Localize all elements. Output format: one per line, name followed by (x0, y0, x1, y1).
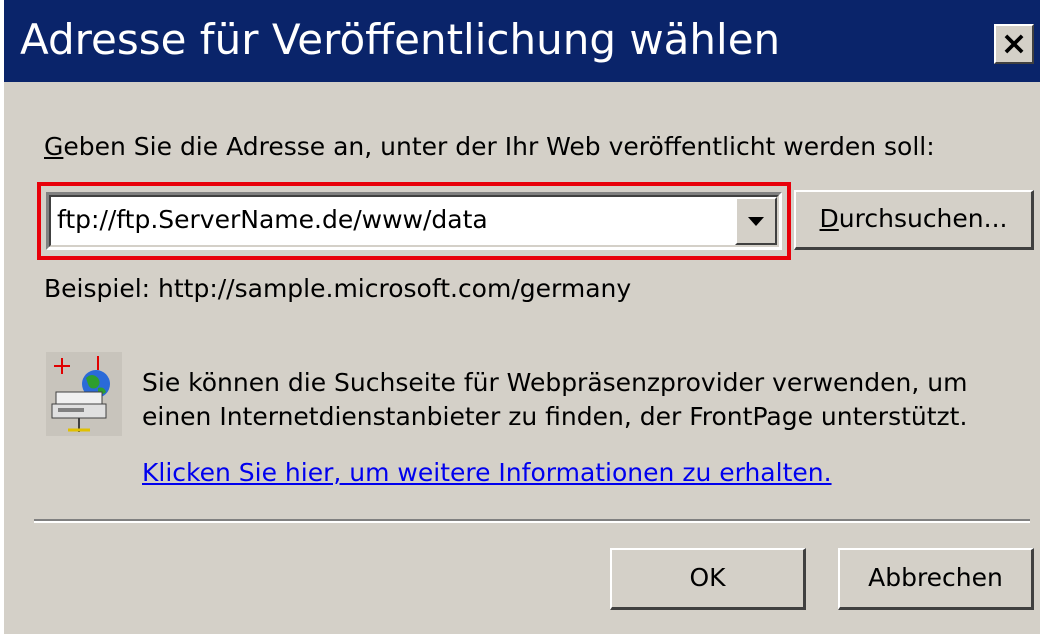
title-bar[interactable]: Adresse für Veröffentlichung wählen × (4, 0, 1040, 82)
dialog-title: Adresse für Veröffentlichung wählen (20, 15, 781, 64)
info-text: Sie können die Suchseite für Webpräsenzp… (142, 366, 967, 434)
combo-dropdown-button[interactable] (735, 197, 777, 245)
address-prompt-label: Geben Sie die Adresse an, unter der Ihr … (44, 132, 935, 161)
ok-button[interactable]: OK (610, 548, 806, 610)
info-line-2: einen Internetdienstanbieter zu finden, … (142, 402, 968, 431)
separator (34, 519, 1030, 523)
chevron-down-icon (748, 217, 764, 226)
info-line-1: Sie können die Suchseite für Webpräsenzp… (142, 368, 968, 397)
address-combobox[interactable]: ftp://ftp.ServerName.de/www/data (46, 192, 782, 250)
close-button[interactable]: × (994, 24, 1034, 64)
cancel-button[interactable]: Abbrechen (838, 548, 1034, 610)
example-text: Beispiel: http://sample.microsoft.com/ge… (44, 274, 632, 303)
address-input[interactable]: ftp://ftp.ServerName.de/www/data (57, 205, 488, 234)
browse-label: urchsuchen... (838, 204, 1008, 233)
prompt-accelerator: G (44, 132, 64, 161)
globe-server-icon (46, 352, 122, 436)
prompt-label-text: eben Sie die Adresse an, unter der Ihr W… (63, 132, 935, 161)
close-icon: × (1000, 24, 1028, 62)
publish-address-dialog: Adresse für Veröffentlichung wählen × Ge… (0, 0, 1040, 634)
address-combobox-inner: ftp://ftp.ServerName.de/www/data (49, 195, 779, 247)
browse-button[interactable]: Durchsuchen... (794, 190, 1034, 250)
browse-accelerator: D (819, 204, 839, 233)
more-info-link[interactable]: Klicken Sie hier, um weitere Information… (142, 458, 832, 487)
